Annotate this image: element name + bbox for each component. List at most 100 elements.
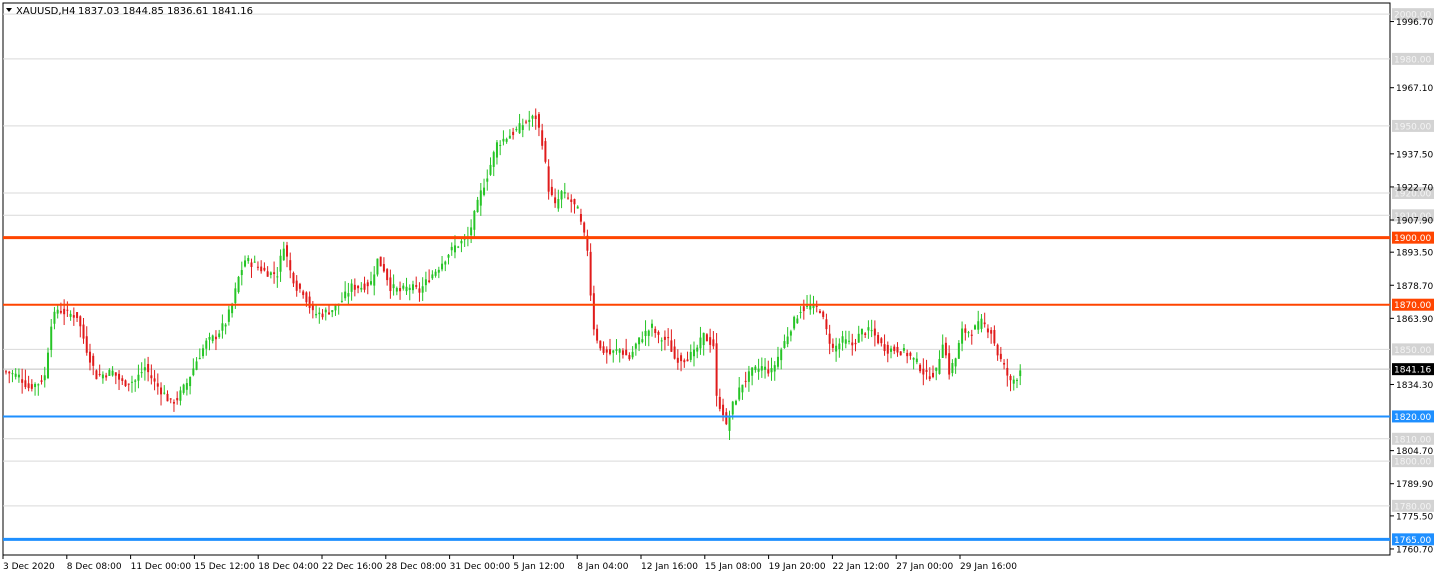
candle-up (279, 255, 282, 272)
minor-level-label: 1810.00 (1394, 435, 1431, 445)
candle-down (899, 351, 902, 356)
candle-down (818, 311, 821, 313)
candle-down (308, 296, 311, 308)
candle-down (156, 383, 159, 387)
candle-up (143, 367, 146, 371)
candle-up (957, 343, 960, 359)
candle-up (757, 368, 760, 372)
candle-down (415, 285, 418, 287)
candle-down (311, 305, 314, 311)
x-tick-label: 18 Dec 04:00 (258, 562, 319, 572)
x-tick-label: 11 Dec 00:00 (131, 562, 192, 572)
candle-up (912, 357, 915, 360)
candle-down (550, 186, 553, 195)
candle-down (418, 288, 421, 293)
candle-up (495, 142, 498, 158)
candle-up (870, 330, 873, 332)
candle-down (999, 353, 1002, 360)
candle-down (896, 346, 899, 353)
candle-down (1006, 367, 1009, 376)
candle-up (799, 311, 802, 313)
candle-down (386, 269, 389, 281)
candle-down (925, 370, 928, 372)
minor-level-label: 1950.00 (1394, 122, 1431, 132)
candle-down (95, 370, 98, 380)
candle-down (302, 291, 305, 296)
candle-down (298, 283, 301, 289)
candle-up (867, 327, 870, 331)
candle-up (699, 337, 702, 349)
candle-down (873, 328, 876, 336)
candle-up (244, 260, 247, 267)
candle-up (977, 321, 980, 330)
candle-down (990, 330, 993, 334)
candle-up (751, 367, 754, 376)
candle-up (890, 348, 893, 352)
candle-up (189, 376, 192, 387)
candle-up (134, 380, 137, 382)
candle-down (802, 306, 805, 312)
candle-up (421, 286, 424, 293)
candle-up (340, 300, 343, 302)
candle-up (951, 362, 954, 374)
candle-up (476, 199, 479, 213)
candle-up (192, 368, 195, 376)
candle-down (657, 331, 660, 335)
candle-down (722, 404, 725, 416)
candle-up (202, 348, 205, 357)
plot-frame (2, 2, 1391, 556)
candle-up (980, 318, 983, 329)
candle-down (295, 280, 298, 291)
ohlc-label: 1837.03 1844.85 1836.61 1841.16 (78, 6, 253, 17)
candle-up (796, 318, 799, 324)
candle-up (408, 287, 411, 290)
candle-down (712, 339, 715, 347)
candle-down (399, 288, 402, 292)
candle-up (282, 248, 285, 261)
candle-up (276, 276, 279, 278)
candle-down (944, 342, 947, 356)
candle-up (350, 283, 353, 292)
candle-up (835, 345, 838, 352)
candle-down (686, 359, 689, 362)
candle-down (983, 322, 986, 325)
candle-up (651, 323, 653, 328)
candle-down (654, 328, 657, 334)
y-tick-label: 1863.90 (1396, 315, 1433, 325)
candle-up (479, 190, 482, 206)
candle-up (1012, 379, 1015, 384)
candle-up (208, 336, 211, 340)
candle-down (256, 266, 259, 268)
candle-down (5, 371, 7, 373)
candle-down (27, 383, 30, 389)
candle-up (502, 138, 505, 142)
candle-down (63, 308, 66, 315)
candle-down (40, 380, 43, 382)
candle-down (124, 380, 127, 387)
price-chart-svg: 2000.001980.001950.001920.001910.001850.… (2, 2, 1434, 572)
candle-up (647, 330, 650, 336)
candle-up (331, 310, 334, 313)
candle-up (938, 358, 941, 374)
candle-up (69, 313, 72, 317)
candle-up (638, 337, 641, 345)
candle-up (205, 340, 208, 349)
candle-down (919, 364, 922, 372)
candle-up (470, 227, 473, 236)
candle-down (98, 373, 101, 375)
candle-up (50, 326, 53, 350)
candle-down (363, 283, 366, 290)
candle-down (286, 245, 289, 257)
level-label: 1820.00 (1394, 413, 1431, 423)
x-tick-label: 8 Dec 08:00 (67, 562, 122, 572)
x-tick-label: 15 Dec 12:00 (194, 562, 255, 572)
candle-up (902, 348, 905, 351)
candle-down (214, 336, 217, 340)
candle-down (357, 285, 360, 289)
candle-down (922, 368, 925, 375)
candle-up (660, 340, 663, 342)
candle-up (224, 324, 227, 327)
candle-down (583, 222, 586, 233)
candle-up (1019, 370, 1022, 377)
candle-down (964, 328, 967, 333)
